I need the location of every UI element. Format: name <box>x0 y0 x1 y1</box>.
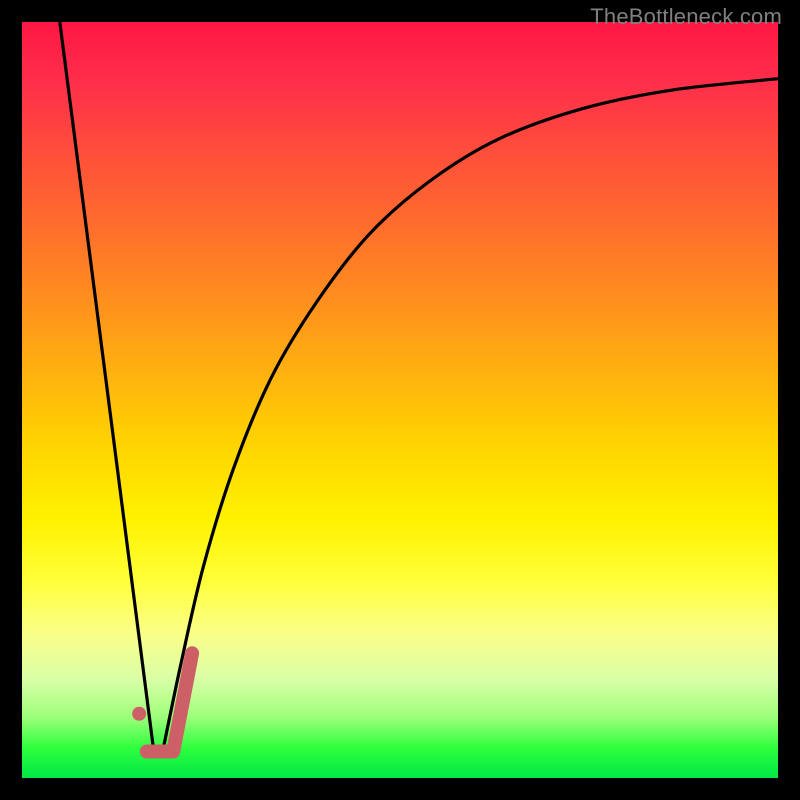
chart-frame: TheBottleneck.com <box>0 0 800 800</box>
watermark-text: TheBottleneck.com <box>590 4 782 30</box>
chart-svg <box>22 22 778 778</box>
marker-dot <box>132 707 146 721</box>
curve-right <box>162 79 778 756</box>
marker-j <box>147 653 192 751</box>
curve-left <box>60 22 155 755</box>
plot-area <box>22 22 778 778</box>
